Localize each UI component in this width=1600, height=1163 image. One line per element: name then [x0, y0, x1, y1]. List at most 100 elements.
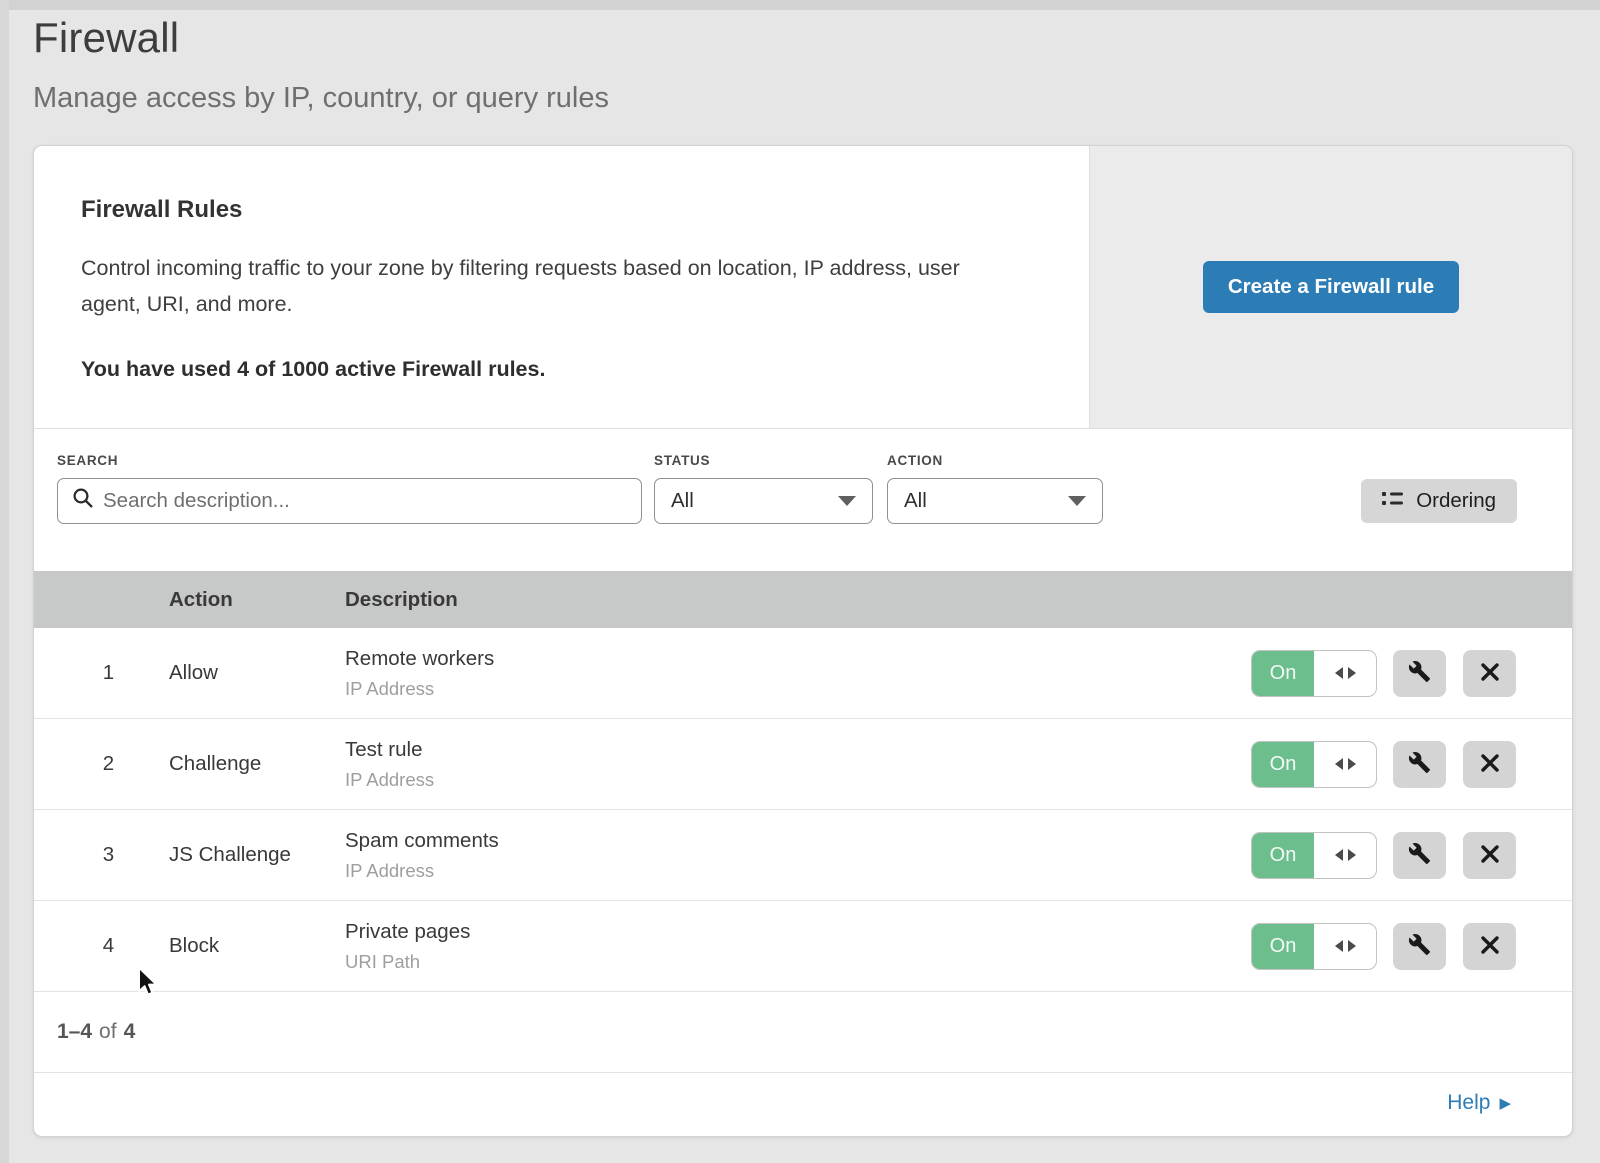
- rule-priority: 4: [34, 934, 169, 958]
- delete-rule-button[interactable]: [1463, 832, 1516, 879]
- page-header: Firewall Manage access by IP, country, o…: [0, 0, 1600, 115]
- toggle-on-label: On: [1252, 924, 1314, 969]
- action-column-header: Action: [169, 588, 345, 612]
- chevron-down-icon: [838, 496, 856, 506]
- delete-rule-button[interactable]: [1463, 650, 1516, 697]
- wrench-icon: [1408, 751, 1431, 777]
- search-input[interactable]: [94, 479, 641, 523]
- rule-priority: 3: [34, 843, 169, 867]
- search-box: [57, 478, 642, 524]
- help-link-label: Help: [1447, 1091, 1490, 1115]
- rule-description: Test rule: [345, 738, 1251, 762]
- delete-rule-button[interactable]: [1463, 741, 1516, 788]
- close-icon: [1480, 753, 1500, 776]
- rule-match-type: IP Address: [345, 769, 1251, 791]
- window-edge-top: [0, 0, 1600, 10]
- arrow-right-icon: [1348, 849, 1356, 861]
- edit-rule-button[interactable]: [1393, 832, 1446, 879]
- edit-rule-button[interactable]: [1393, 741, 1446, 788]
- action-label: ACTION: [887, 453, 1103, 468]
- rule-description-cell: Test rule IP Address: [345, 738, 1251, 791]
- chevron-down-icon: [1068, 496, 1086, 506]
- rule-description-cell: Remote workers IP Address: [345, 647, 1251, 700]
- action-select[interactable]: All: [887, 478, 1103, 524]
- rule-match-type: IP Address: [345, 678, 1251, 700]
- arrow-left-icon: [1335, 940, 1343, 952]
- ordering-button-label: Ordering: [1416, 489, 1496, 513]
- arrow-right-icon: ▶: [1499, 1094, 1511, 1112]
- filters-bar: SEARCH STATUS All: [34, 429, 1572, 571]
- rule-controls: On: [1251, 650, 1572, 697]
- create-firewall-rule-button[interactable]: Create a Firewall rule: [1203, 261, 1459, 313]
- firewall-rules-card: Firewall Rules Control incoming traffic …: [33, 145, 1573, 1137]
- pagination-range: 1–4: [57, 1020, 92, 1044]
- arrow-right-icon: [1348, 667, 1356, 679]
- rule-priority: 1: [34, 661, 169, 685]
- close-icon: [1480, 844, 1500, 867]
- action-filter: ACTION All: [887, 453, 1103, 524]
- ordering-wrap: Ordering: [1361, 453, 1517, 523]
- status-select[interactable]: All: [654, 478, 873, 524]
- search-label: SEARCH: [57, 453, 642, 468]
- table-row: 2 Challenge Test rule IP Address On: [34, 719, 1572, 810]
- rule-enabled-toggle[interactable]: On: [1251, 650, 1377, 697]
- rule-enabled-toggle[interactable]: On: [1251, 923, 1377, 970]
- intro-description: Control incoming traffic to your zone by…: [81, 250, 1019, 322]
- toggle-handle: [1314, 833, 1376, 878]
- edit-rule-button[interactable]: [1393, 650, 1446, 697]
- pagination-of: of: [99, 1020, 117, 1044]
- close-icon: [1480, 935, 1500, 958]
- rule-enabled-toggle[interactable]: On: [1251, 741, 1377, 788]
- rule-match-type: URI Path: [345, 951, 1251, 973]
- intro-section: Firewall Rules Control incoming traffic …: [34, 146, 1572, 429]
- intro-text-panel: Firewall Rules Control incoming traffic …: [34, 146, 1090, 428]
- table-row: 4 Block Private pages URI Path On: [34, 901, 1572, 992]
- table-row: 3 JS Challenge Spam comments IP Address …: [34, 810, 1572, 901]
- toggle-on-label: On: [1252, 651, 1314, 696]
- rule-controls: On: [1251, 923, 1572, 970]
- rule-priority: 2: [34, 752, 169, 776]
- table-header: Action Description: [34, 571, 1572, 628]
- page-title: Firewall: [33, 14, 1600, 62]
- edit-rule-button[interactable]: [1393, 923, 1446, 970]
- status-label: STATUS: [654, 453, 873, 468]
- ordering-button[interactable]: Ordering: [1361, 479, 1517, 523]
- action-selected-value: All: [904, 489, 927, 513]
- toggle-handle: [1314, 742, 1376, 787]
- arrow-right-icon: [1348, 940, 1356, 952]
- arrow-right-icon: [1348, 758, 1356, 770]
- rule-action: Allow: [169, 661, 345, 685]
- rule-controls: On: [1251, 741, 1572, 788]
- ordered-list-icon: [1382, 489, 1403, 513]
- rule-enabled-toggle[interactable]: On: [1251, 832, 1377, 879]
- arrow-left-icon: [1335, 667, 1343, 679]
- pagination-total: 4: [124, 1020, 136, 1044]
- rule-action: Challenge: [169, 752, 345, 776]
- card-footer: Help ▶: [34, 1073, 1572, 1133]
- rule-action: JS Challenge: [169, 843, 345, 867]
- search-icon: [72, 487, 94, 515]
- status-selected-value: All: [671, 489, 694, 513]
- arrow-left-icon: [1335, 758, 1343, 770]
- toggle-on-label: On: [1252, 742, 1314, 787]
- rule-description-cell: Private pages URI Path: [345, 920, 1251, 973]
- wrench-icon: [1408, 842, 1431, 868]
- search-filter: SEARCH: [57, 453, 642, 524]
- description-column-header: Description: [345, 588, 1251, 612]
- wrench-icon: [1408, 660, 1431, 686]
- page-subtitle: Manage access by IP, country, or query r…: [33, 82, 1600, 115]
- rule-controls: On: [1251, 832, 1572, 879]
- rule-match-type: IP Address: [345, 860, 1251, 882]
- rule-description: Spam comments: [345, 829, 1251, 853]
- create-rule-panel: Create a Firewall rule: [1090, 146, 1572, 428]
- table-row: 1 Allow Remote workers IP Address On: [34, 628, 1572, 719]
- rule-description: Private pages: [345, 920, 1251, 944]
- toggle-handle: [1314, 924, 1376, 969]
- rule-description: Remote workers: [345, 647, 1251, 671]
- rule-action: Block: [169, 934, 345, 958]
- help-link[interactable]: Help ▶: [1447, 1091, 1511, 1115]
- intro-usage-count: You have used 4 of 1000 active Firewall …: [81, 357, 1019, 382]
- toggle-on-label: On: [1252, 833, 1314, 878]
- firewall-page: Firewall Manage access by IP, country, o…: [0, 0, 1600, 1163]
- delete-rule-button[interactable]: [1463, 923, 1516, 970]
